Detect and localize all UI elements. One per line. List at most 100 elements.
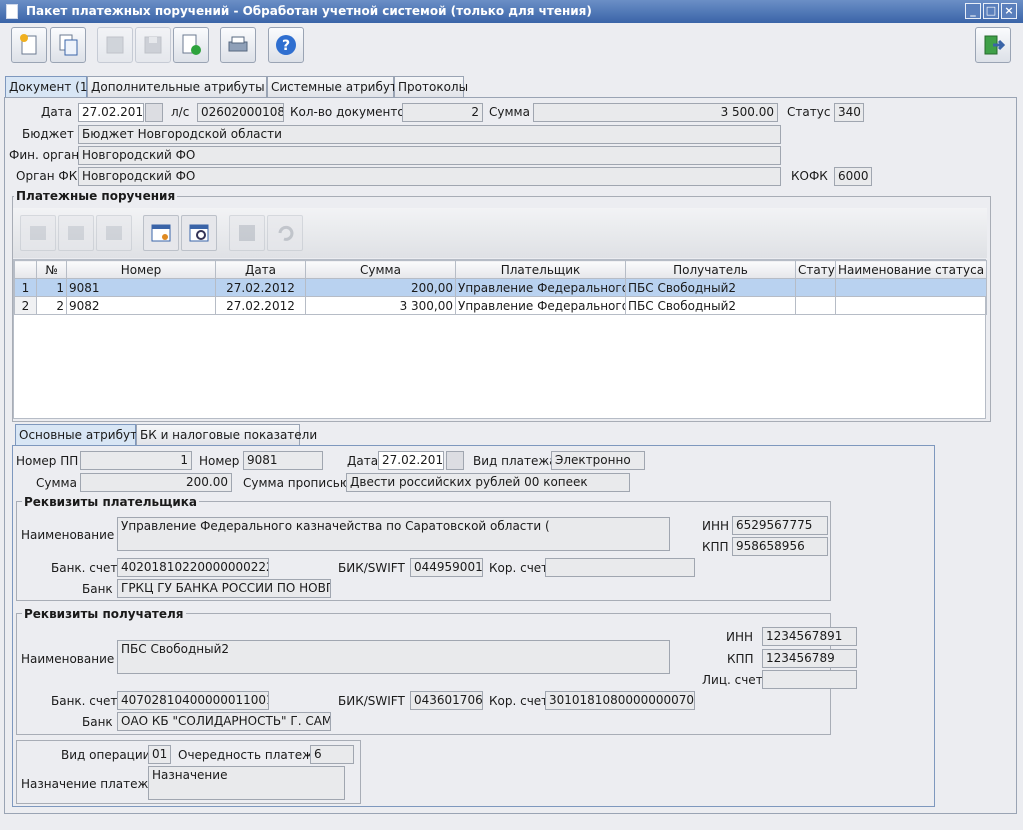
tab-main-attributes[interactable]: Основные атрибуты bbox=[15, 424, 147, 446]
receiver-kor-label: Кор. счет bbox=[489, 694, 549, 708]
payer-bank-label: Банк bbox=[82, 582, 113, 596]
status-field[interactable]: 340 bbox=[834, 103, 864, 122]
close-button[interactable]: × bbox=[1001, 3, 1017, 19]
grid-add-button[interactable] bbox=[20, 215, 56, 251]
grid-settings-button[interactable] bbox=[143, 215, 179, 251]
receiver-account-field[interactable]: 40702810400000011001 bbox=[117, 691, 269, 710]
tab-additional-attributes[interactable]: Дополнительные атрибуты (2) bbox=[87, 76, 285, 97]
payer-account-field[interactable]: 40201810220000000222 bbox=[117, 558, 269, 577]
grid-edit-button[interactable] bbox=[58, 215, 94, 251]
exit-button[interactable] bbox=[975, 27, 1011, 63]
col-status-name[interactable]: Наименование статуса bbox=[835, 260, 987, 279]
save-button[interactable] bbox=[135, 27, 171, 63]
receiver-lic-field[interactable] bbox=[762, 670, 857, 689]
payer-kpp-field[interactable]: 958658956 bbox=[732, 537, 828, 556]
ls-label: л/с bbox=[171, 105, 190, 119]
tab-protocols[interactable]: Протоколы bbox=[394, 76, 468, 97]
calendar-icon[interactable] bbox=[446, 451, 464, 470]
row-number: 1 bbox=[14, 278, 37, 297]
purpose-field[interactable]: Назначение bbox=[148, 766, 345, 800]
receiver-bik-field[interactable]: 043601706 bbox=[410, 691, 483, 710]
receiver-bank-label: Банк bbox=[82, 715, 113, 729]
cell-date: 27.02.2012 bbox=[215, 278, 306, 297]
col-status[interactable]: Статус bbox=[795, 260, 836, 279]
printer-icon bbox=[228, 36, 248, 52]
cell-status bbox=[795, 278, 836, 297]
number-field[interactable]: 9081 bbox=[243, 451, 323, 470]
col-payer[interactable]: Плательщик bbox=[455, 260, 626, 279]
fk-organ-label: Орган ФК bbox=[16, 169, 78, 183]
receiver-kpp-label: КПП bbox=[727, 652, 754, 666]
receiver-kpp-field[interactable]: 123456789 bbox=[762, 649, 857, 668]
cell-sum: 200,00 bbox=[305, 278, 456, 297]
grid-settings-icon bbox=[151, 224, 171, 242]
check-document-button[interactable] bbox=[173, 27, 209, 63]
sum-field[interactable]: 3 500.00 bbox=[533, 103, 778, 122]
cell-receiver: ПБС Свободный2 bbox=[625, 296, 796, 315]
col-n[interactable]: № bbox=[36, 260, 67, 279]
receiver-inn-field[interactable]: 1234567891 bbox=[762, 627, 857, 646]
tab-bk-tax[interactable]: БК и налоговые показатели bbox=[136, 424, 317, 445]
payer-inn-field[interactable]: 6529567775 bbox=[732, 516, 828, 535]
calendar-icon[interactable] bbox=[145, 103, 163, 122]
copy-document-button[interactable] bbox=[50, 27, 86, 63]
grid-search-button[interactable] bbox=[181, 215, 217, 251]
payer-name-field[interactable]: Управление Федерального казначейства по … bbox=[117, 517, 670, 551]
ls-field[interactable]: 02602000108 bbox=[197, 103, 284, 122]
pp-date-label: Дата bbox=[347, 454, 379, 468]
date-field[interactable]: 27.02.2012 bbox=[78, 103, 144, 122]
exit-icon bbox=[984, 35, 1005, 55]
kofk-field[interactable]: 6000 bbox=[834, 167, 872, 186]
table-row[interactable]: 1 1 9081 27.02.2012 200,00 Управление Фе… bbox=[14, 278, 987, 297]
help-button[interactable]: ? bbox=[268, 27, 304, 63]
payer-bank-field[interactable]: ГРКЦ ГУ БАНКА РОССИИ ПО НОВГО bbox=[117, 579, 331, 598]
pp-number-field[interactable]: 1 bbox=[80, 451, 192, 470]
receiver-lic-label: Лиц. счет bbox=[702, 673, 763, 687]
cell-receiver: ПБС Свободный2 bbox=[625, 278, 796, 297]
payment-type-field[interactable]: Электронно bbox=[551, 451, 645, 470]
check-document-icon bbox=[182, 34, 201, 55]
tab-system-attributes[interactable]: Системные атрибуты bbox=[267, 76, 406, 97]
pp-sum-field[interactable]: 200.00 bbox=[80, 473, 232, 492]
receiver-kor-field[interactable]: 30101810800000000706 bbox=[545, 691, 695, 710]
fin-organ-field[interactable]: Новгородский ФО bbox=[78, 146, 781, 165]
grid-undo-button[interactable] bbox=[267, 215, 303, 251]
payments-group-title: Платежные поручения bbox=[14, 189, 178, 203]
undo-icon bbox=[278, 225, 294, 241]
new-document-icon bbox=[20, 34, 37, 55]
new-document-button[interactable] bbox=[11, 27, 47, 63]
sum-words-label: Сумма прописью bbox=[243, 476, 350, 490]
title-bar: Пакет платежных поручений - Обработан уч… bbox=[0, 0, 1023, 23]
payer-kor-field[interactable] bbox=[545, 558, 695, 577]
tab-document[interactable]: Документ (1) bbox=[5, 76, 92, 98]
doc-count-field[interactable]: 2 bbox=[402, 103, 483, 122]
operation-type-field[interactable]: 01 bbox=[148, 745, 171, 764]
payer-kor-label: Кор. счет bbox=[489, 561, 549, 575]
payer-bik-label: БИК/SWIFT bbox=[338, 561, 405, 575]
col-number[interactable]: Номер bbox=[66, 260, 216, 279]
grid-delete-button[interactable] bbox=[96, 215, 132, 251]
minimize-button[interactable]: _ bbox=[965, 3, 981, 19]
receiver-bank-field[interactable]: ОАО КБ "СОЛИДАРНОСТЬ" Г. САМАР bbox=[117, 712, 331, 731]
cell-date: 27.02.2012 bbox=[215, 296, 306, 315]
cell-payer: Управление Федерального... bbox=[455, 278, 626, 297]
payment-order-field[interactable]: 6 bbox=[310, 745, 354, 764]
edit-button[interactable] bbox=[97, 27, 133, 63]
col-sum[interactable]: Сумма bbox=[305, 260, 456, 279]
sum-words-field[interactable]: Двести российских рублей 00 копеек bbox=[346, 473, 630, 492]
cell-status bbox=[795, 296, 836, 315]
fk-organ-field[interactable]: Новгородский ФО bbox=[78, 167, 781, 186]
receiver-name-label: Наименование bbox=[21, 652, 115, 666]
budget-field[interactable]: Бюджет Новгородской области bbox=[78, 125, 781, 144]
print-button[interactable] bbox=[220, 27, 256, 63]
col-date[interactable]: Дата bbox=[215, 260, 306, 279]
payer-bik-field[interactable]: 044959001 bbox=[410, 558, 483, 577]
receiver-name-field[interactable]: ПБС Свободный2 bbox=[117, 640, 670, 674]
table-row[interactable]: 2 2 9082 27.02.2012 3 300,00 Управление … bbox=[14, 296, 987, 315]
grid-save-button[interactable] bbox=[229, 215, 265, 251]
col-receiver[interactable]: Получатель bbox=[625, 260, 796, 279]
date-label: Дата bbox=[41, 105, 73, 119]
maximize-button[interactable]: □ bbox=[983, 3, 999, 19]
operation-type-label: Вид операции bbox=[61, 748, 151, 762]
pp-date-field[interactable]: 27.02.2012 bbox=[378, 451, 444, 470]
